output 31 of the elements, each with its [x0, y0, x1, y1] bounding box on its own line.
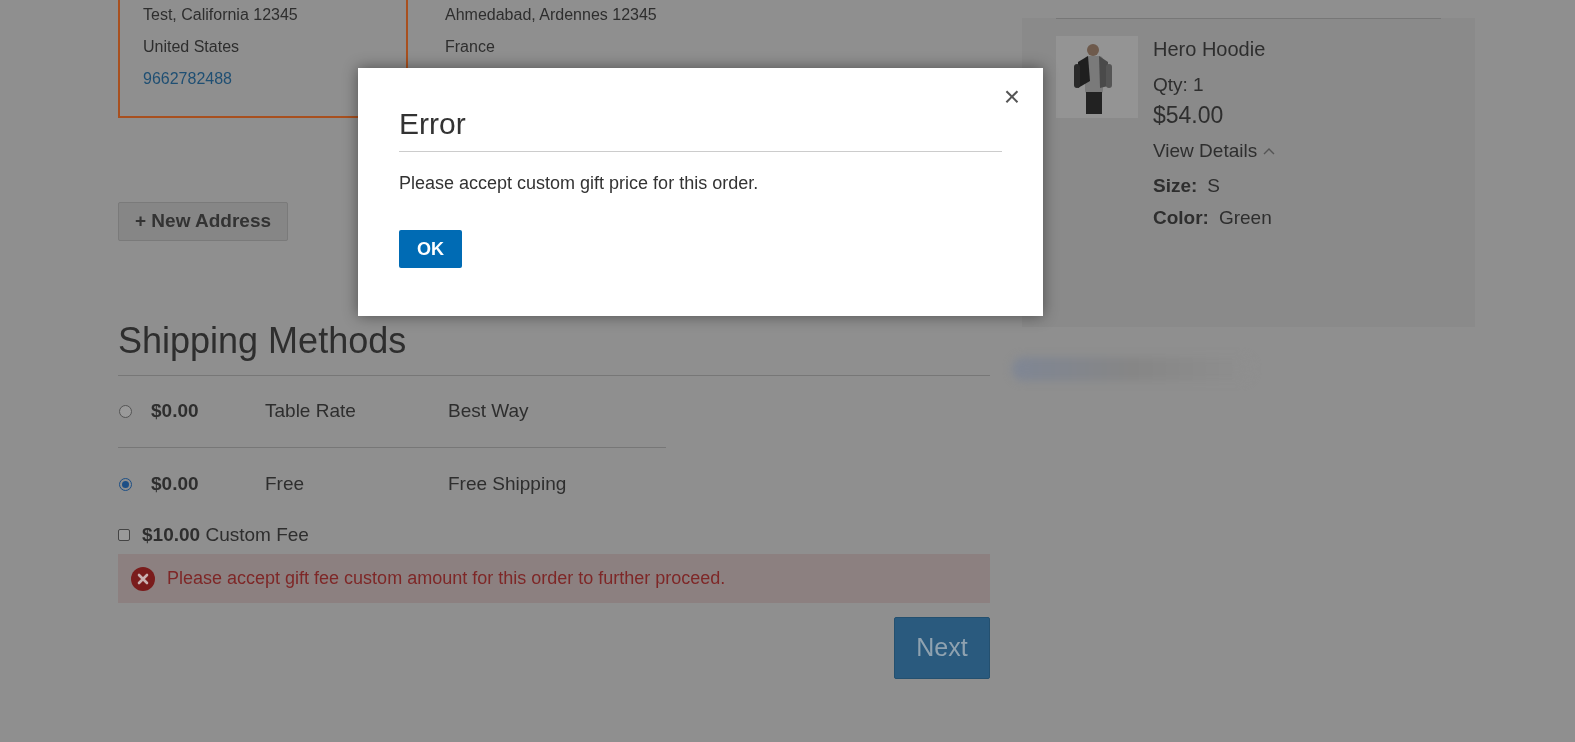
option-value: Green [1218, 205, 1272, 230]
method-title: Best Way [448, 399, 529, 424]
chevron-icon [1263, 147, 1276, 156]
modal-message: Please accept custom gift price for this order. [399, 172, 760, 195]
custom-fee-label: $10.00 Custom Fee [142, 522, 309, 547]
section-title: Shipping Methods [118, 319, 408, 363]
method-title: Free Shipping [448, 471, 567, 496]
product-name: Hero Hoodie [1153, 37, 1267, 62]
option-label: Color: [1153, 205, 1209, 230]
ok-button[interactable]: OK [399, 230, 462, 268]
error-text: Please accept gift fee custom amount for this order to further proceed. [167, 567, 726, 590]
address-line: Ahmedabad, Ardennes 12345 [445, 5, 658, 25]
product-qty: Qty: 1 [1153, 73, 1205, 97]
next-button[interactable]: Next [894, 617, 990, 679]
address-line: United States [143, 37, 241, 57]
carrier-title: Free [265, 471, 306, 496]
address-line: Test, California 12345 [143, 5, 299, 25]
method-price: $0.00 [151, 471, 200, 496]
address-line: France [445, 37, 496, 57]
method-price: $0.00 [151, 399, 200, 424]
close-button[interactable]: × [999, 84, 1025, 110]
option-label: Size: [1153, 173, 1198, 198]
radio-button[interactable] [119, 477, 132, 491]
new-address-button[interactable]: + New Address [118, 202, 289, 241]
radio-button[interactable] [119, 405, 132, 418]
view-details-toggle[interactable]: View Details [1153, 137, 1276, 166]
error-icon [131, 566, 155, 591]
checkbox[interactable] [118, 529, 130, 541]
option-value: S [1207, 173, 1221, 198]
carrier-title: Table Rate [265, 399, 357, 424]
product-price: $54.00 [1153, 101, 1225, 130]
